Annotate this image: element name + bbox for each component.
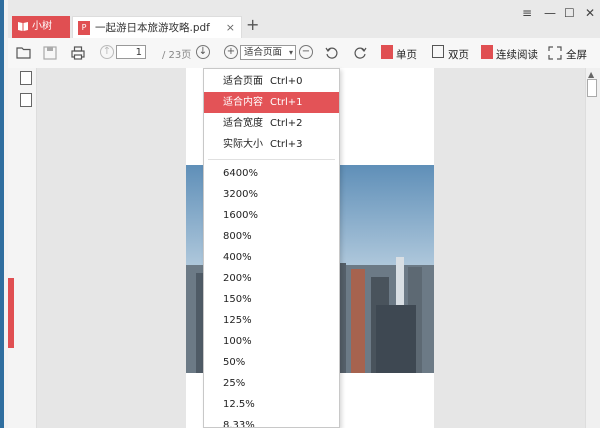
- menu-item-label: 6400%: [223, 168, 258, 179]
- menu-item-label: 400%: [223, 252, 252, 263]
- pdf-file-icon: P: [78, 21, 90, 35]
- close-window-button[interactable]: ✕: [585, 6, 595, 20]
- zoom-in-icon[interactable]: +: [224, 45, 238, 59]
- maximize-button[interactable]: ☐: [564, 6, 575, 20]
- double-page-button[interactable]: 双页: [448, 47, 469, 62]
- minimize-button[interactable]: —: [544, 6, 556, 20]
- menu-item-label: 25%: [223, 378, 246, 389]
- zoom-menu-item-percent[interactable]: 12.5%: [204, 394, 339, 415]
- continuous-read-button[interactable]: 连续阅读: [496, 47, 538, 62]
- chevron-down-icon: ▾: [288, 48, 293, 57]
- open-folder-icon[interactable]: [16, 45, 32, 61]
- vertical-scrollbar[interactable]: [585, 68, 600, 428]
- zoom-menu-item-percent[interactable]: 400%: [204, 247, 339, 268]
- left-sidebar: [8, 68, 37, 428]
- app-logo-tab[interactable]: 小树PDF: [12, 16, 70, 54]
- sidebar-toggle-handle[interactable]: [8, 278, 14, 348]
- document-tab[interactable]: P 一起游日本旅游攻略.pdf ×: [72, 16, 242, 38]
- single-page-button[interactable]: 单页: [396, 47, 417, 62]
- menu-item-label: 100%: [223, 336, 252, 347]
- menu-item-shortcut: Ctrl+1: [270, 97, 303, 108]
- print-icon[interactable]: [70, 45, 86, 61]
- zoom-menu-item-percent[interactable]: 25%: [204, 373, 339, 394]
- menu-item-label: 实际大小: [223, 139, 263, 150]
- menu-item-label: 12.5%: [223, 399, 255, 410]
- menu-item-shortcut: Ctrl+2: [270, 118, 303, 129]
- save-icon[interactable]: [42, 45, 58, 61]
- next-page-icon[interactable]: ↓: [196, 45, 210, 59]
- zoom-menu-item-fit-content[interactable]: 适合内容 Ctrl+1: [204, 92, 339, 113]
- page-total: / 23页: [162, 50, 192, 61]
- zoom-menu-item-percent[interactable]: 3200%: [204, 184, 339, 205]
- zoom-menu-item-percent[interactable]: 800%: [204, 226, 339, 247]
- menu-item-label: 适合宽度: [223, 118, 263, 129]
- continuous-read-icon: [481, 45, 493, 59]
- single-page-icon: [381, 45, 393, 59]
- fullscreen-icon: [548, 46, 562, 60]
- zoom-menu-item-percent[interactable]: 50%: [204, 352, 339, 373]
- menu-divider: [208, 159, 335, 160]
- double-page-icon: [432, 45, 444, 58]
- menu-icon[interactable]: ≡: [522, 6, 532, 20]
- zoom-menu-item-fit-width[interactable]: 适合宽度 Ctrl+2: [204, 113, 339, 134]
- menu-item-label: 50%: [223, 357, 246, 368]
- zoom-out-icon[interactable]: −: [299, 45, 313, 59]
- scrollbar-thumb[interactable]: [587, 79, 597, 97]
- page-number-input[interactable]: 1: [116, 45, 146, 59]
- zoom-menu-item-percent[interactable]: 6400%: [204, 163, 339, 184]
- previous-page-icon[interactable]: ↑: [100, 45, 114, 59]
- zoom-select-value: 适合页面: [244, 47, 283, 58]
- bookmark-icon[interactable]: [20, 71, 32, 85]
- menu-item-label: 150%: [223, 294, 252, 305]
- scroll-up-icon[interactable]: ▲: [588, 70, 594, 79]
- menu-item-shortcut: Ctrl+0: [270, 76, 303, 87]
- rotate-left-icon[interactable]: [324, 45, 340, 61]
- zoom-menu-item-percent[interactable]: 1600%: [204, 205, 339, 226]
- document-tab-title: 一起游日本旅游攻略.pdf: [95, 22, 210, 34]
- menu-item-label: 3200%: [223, 189, 258, 200]
- zoom-menu-item-fit-page[interactable]: 适合页面 Ctrl+0: [204, 71, 339, 92]
- zoom-menu-item-percent[interactable]: 125%: [204, 310, 339, 331]
- menu-item-label: 适合页面: [223, 76, 263, 87]
- zoom-menu-item-percent[interactable]: 100%: [204, 331, 339, 352]
- fullscreen-button[interactable]: 全屏: [566, 47, 587, 62]
- menu-item-shortcut: Ctrl+3: [270, 139, 303, 150]
- menu-item-label: 125%: [223, 315, 252, 326]
- menu-item-label: 1600%: [223, 210, 258, 221]
- rotate-right-icon[interactable]: [352, 45, 368, 61]
- book-icon: [18, 22, 28, 31]
- zoom-menu-item-actual-size[interactable]: 实际大小 Ctrl+3: [204, 134, 339, 155]
- menu-item-label: 8.33%: [223, 420, 255, 427]
- zoom-select[interactable]: 适合页面 ▾: [240, 45, 296, 60]
- menu-item-label: 800%: [223, 231, 252, 242]
- zoom-menu-item-percent[interactable]: 150%: [204, 289, 339, 310]
- menu-item-label: 适合内容: [223, 97, 263, 108]
- zoom-menu-item-percent[interactable]: 200%: [204, 268, 339, 289]
- app-window: 小树PDF P 一起游日本旅游攻略.pdf × + ≡ — ☐ ✕ ↑ 1 / …: [0, 0, 600, 428]
- menu-item-label: 200%: [223, 273, 252, 284]
- new-tab-button[interactable]: +: [246, 15, 259, 34]
- zoom-dropdown-menu: 适合页面 Ctrl+0 适合内容 Ctrl+1 适合宽度 Ctrl+2 实际大小…: [203, 68, 340, 428]
- close-tab-icon[interactable]: ×: [226, 17, 235, 39]
- zoom-menu-item-percent[interactable]: 8.33%: [204, 415, 339, 427]
- thumbnail-list-icon[interactable]: [20, 93, 32, 107]
